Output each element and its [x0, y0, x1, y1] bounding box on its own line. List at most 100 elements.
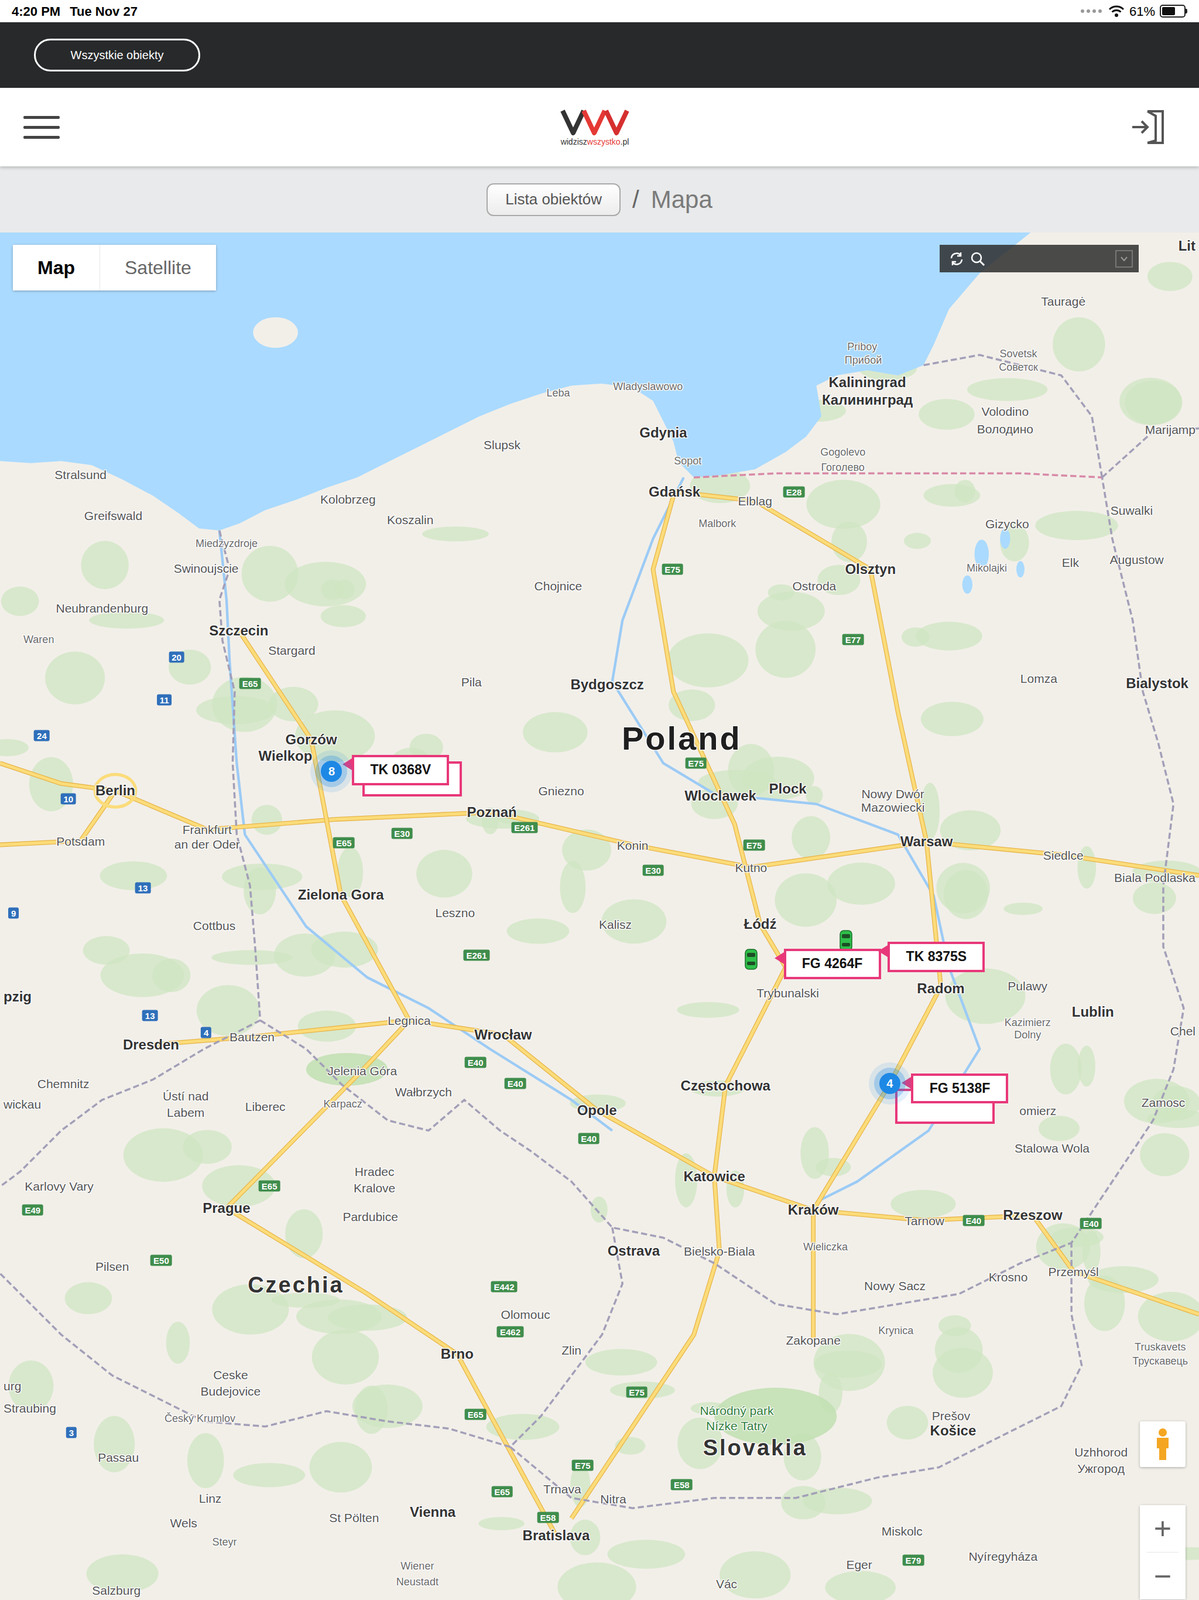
- map-label: Biala Podlaska: [1114, 871, 1196, 884]
- map-label: Leba: [546, 387, 570, 399]
- street-view-button[interactable]: [1139, 1420, 1186, 1467]
- cluster-marker[interactable]: 8: [320, 760, 342, 782]
- road-shield: E40: [577, 1132, 600, 1144]
- map-label: Greifswald: [84, 508, 143, 522]
- map-label: Brno: [440, 1346, 474, 1361]
- map-label: Прибой: [844, 354, 882, 366]
- road-shield: 13: [142, 1009, 159, 1021]
- map-label: Przemyśl: [1047, 1264, 1099, 1277]
- map-label: Kolobrzeg: [320, 492, 376, 505]
- map-label: Waren: [23, 634, 54, 645]
- zoom-in-button[interactable]: +: [1139, 1504, 1186, 1552]
- map-label: Gniezno: [538, 784, 585, 797]
- map-label: Mikolajki: [966, 562, 1007, 574]
- map-label: Frankfurt: [182, 823, 232, 836]
- map-label: Ústí nad: [162, 1089, 209, 1102]
- map-label: Wrocław: [474, 1027, 532, 1042]
- road-shield: E30: [391, 827, 413, 839]
- cluster-marker[interactable]: 4: [879, 1072, 901, 1094]
- road-shield: E40: [1080, 1217, 1102, 1229]
- menu-icon[interactable]: [23, 115, 60, 139]
- map-label: Wielkop: [258, 748, 313, 763]
- map-label: Krosno: [988, 1269, 1029, 1283]
- car-icon[interactable]: [839, 929, 853, 951]
- vehicle-label[interactable]: FG 5138F: [910, 1073, 1009, 1104]
- objects-list-button[interactable]: Lista obiektów: [486, 183, 621, 217]
- battery-fill: [1162, 7, 1175, 16]
- all-objects-button[interactable]: Wszystkie obiekty: [33, 38, 201, 72]
- map-label: Kazimierz: [1004, 1016, 1051, 1028]
- map-label: Stargard: [268, 643, 316, 656]
- map-label: Bautzen: [229, 1030, 275, 1043]
- map-label: Miedzyzdroje: [195, 538, 258, 549]
- map-label: Zakopane: [785, 1333, 841, 1346]
- vehicle-label[interactable]: TK 8375S: [887, 941, 985, 972]
- map-label: Uzhhorod: [1074, 1445, 1128, 1458]
- map-label: Neustadt: [396, 1576, 439, 1587]
- map-search[interactable]: [939, 244, 1139, 273]
- road-shield: 3: [66, 1426, 77, 1438]
- map-label: Prešov: [932, 1408, 971, 1421]
- battery-percent: 61%: [1129, 1, 1156, 22]
- car-icon[interactable]: [744, 948, 758, 970]
- map-label: Zielona Gora: [297, 887, 385, 902]
- road-shield: E50: [150, 1254, 173, 1266]
- map-label: Leszno: [435, 905, 476, 918]
- map-label: Miskolc: [881, 1523, 923, 1537]
- map-label: Potsdam: [56, 834, 105, 847]
- dropdown-toggle[interactable]: [1115, 249, 1133, 268]
- battery-icon: [1159, 4, 1188, 18]
- wifi-icon: [1108, 4, 1125, 18]
- status-bar: 4:20 PM Tue Nov 27 61%: [0, 0, 1199, 23]
- zoom-out-button[interactable]: −: [1139, 1552, 1186, 1599]
- map-label: Salzburg: [91, 1583, 141, 1596]
- map[interactable]: MapSatellite + − LitTauragėPriboyПрибойS…: [0, 232, 1199, 1600]
- map-label: Chemnitz: [37, 1077, 90, 1090]
- road-shield: E65: [464, 1408, 487, 1420]
- road-shield: 13: [135, 881, 152, 893]
- vehicle-label[interactable]: FG 4264F: [783, 948, 882, 979]
- map-type-tab[interactable]: Map: [12, 244, 100, 291]
- map-label: Slovakia: [703, 1436, 808, 1459]
- map-label: Pilsen: [95, 1259, 129, 1273]
- map-label: Sopot: [673, 455, 702, 467]
- refresh-icon[interactable]: [949, 251, 965, 267]
- map-label: Legnica: [387, 1013, 431, 1027]
- map-label: Wladyslawowo: [612, 381, 683, 392]
- map-label: Berlin: [95, 783, 136, 798]
- logo-part: wszystko: [587, 136, 621, 147]
- road-shield: E75: [661, 563, 684, 575]
- map-label: Гоголево: [821, 461, 865, 473]
- current-page: Mapa: [651, 180, 713, 218]
- road-shield: E65: [333, 837, 355, 849]
- map-label: Poland: [621, 721, 742, 755]
- map-label: Bialystok: [1125, 676, 1189, 691]
- map-label: Hradec: [354, 1165, 395, 1178]
- map-label: Lomza: [1020, 672, 1058, 685]
- search-icon[interactable]: [970, 251, 986, 267]
- map-type-tab[interactable]: Satellite: [99, 244, 217, 291]
- road-shield: E462: [497, 1325, 524, 1337]
- logout-icon[interactable]: [1129, 107, 1169, 147]
- map-label: Wiener: [400, 1560, 434, 1571]
- map-label: Krynica: [878, 1324, 914, 1336]
- logo-part: .pl: [620, 136, 630, 147]
- breadcrumb: Lista obiektów/Mapa: [0, 166, 1199, 233]
- map-label: Vienna: [409, 1504, 456, 1519]
- logo[interactable]: widziszwszystko.pl: [559, 107, 631, 147]
- road-shield: E58: [537, 1511, 560, 1523]
- road-shield: 4: [200, 1026, 212, 1039]
- map-label: Nyíregyháza: [968, 1549, 1038, 1562]
- map-label: Elk: [1062, 555, 1079, 568]
- map-label: Jelenia Góra: [327, 1063, 397, 1077]
- map-label: Prague: [202, 1200, 250, 1215]
- map-label: Linz: [199, 1491, 222, 1504]
- map-label: Opole: [577, 1102, 618, 1118]
- map-label: urg: [3, 1379, 22, 1392]
- map-label: Karpacz: [323, 1098, 363, 1109]
- map-label: Olomouc: [501, 1307, 551, 1321]
- vehicle-label[interactable]: TK 0368V: [351, 754, 450, 786]
- logo-text: widziszwszystko.pl: [560, 137, 630, 147]
- map-label: Kraków: [788, 1202, 839, 1217]
- map-label: Karlovy Vary: [24, 1179, 94, 1192]
